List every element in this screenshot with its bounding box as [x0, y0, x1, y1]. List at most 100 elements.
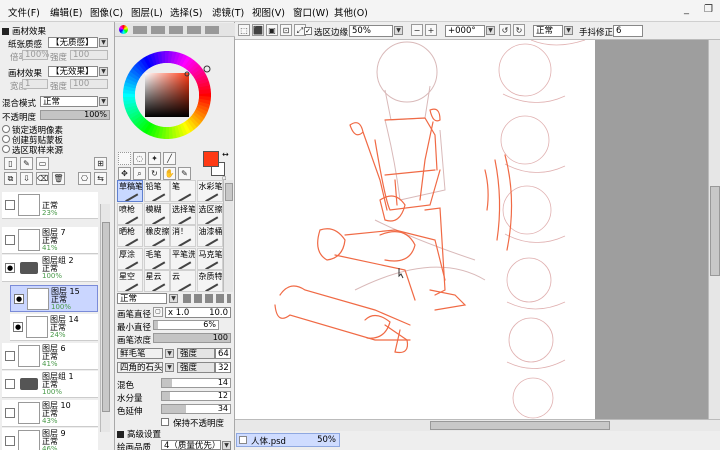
layer-row[interactable]: 图层 9 正常 46%: [2, 428, 98, 450]
zoom-icon[interactable]: ⌕: [133, 167, 146, 180]
minimize-icon[interactable]: _: [684, 5, 694, 15]
layer-visibility-icon[interactable]: ●: [13, 322, 23, 332]
layer-row[interactable]: 图层 6 正常 41%: [2, 343, 98, 370]
hsv-slider-icon[interactable]: [151, 26, 165, 34]
clear-layer-icon[interactable]: ⌫: [36, 172, 49, 185]
select-all-icon[interactable]: ▣: [266, 24, 278, 36]
layer-row[interactable]: ● 图层 14 正常 24%: [10, 314, 98, 341]
brush-shape-presets[interactable]: [183, 294, 231, 303]
tool-scrollbar[interactable]: [223, 180, 233, 292]
scratchpad-icon[interactable]: [205, 26, 219, 34]
eyedropper-icon[interactable]: ╱: [163, 152, 176, 165]
crop-icon[interactable]: ⊡: [280, 24, 292, 36]
layer-scroll-thumb[interactable]: [102, 222, 110, 412]
texture-dropdown-icon[interactable]: ▼: [99, 38, 108, 47]
document-tab[interactable]: 人体.psd 50%: [236, 433, 340, 447]
new-layer-icon[interactable]: ▯: [4, 157, 17, 170]
transfer-icon[interactable]: ⇆: [94, 172, 107, 185]
new-folder-icon[interactable]: ▭: [36, 157, 49, 170]
rotate-right-icon[interactable]: ↻: [513, 24, 525, 36]
zoom-field[interactable]: 50%: [349, 25, 393, 37]
strength2-field[interactable]: 100: [70, 79, 108, 89]
menu-window[interactable]: 窗口(W): [293, 5, 329, 19]
tool-scroll-thumb[interactable]: [225, 183, 233, 201]
stabilizer-field[interactable]: 6: [613, 25, 643, 37]
brush-tool-button[interactable]: 平笔洗色: [170, 247, 196, 270]
swap-colors-icon[interactable]: ↔: [222, 150, 229, 159]
min-size-slider[interactable]: 6%: [153, 320, 219, 330]
canvas-vscroll-thumb[interactable]: [710, 186, 720, 276]
color-wheel[interactable]: [115, 37, 235, 155]
menu-edit[interactable]: 编辑(E): [50, 5, 82, 19]
shape-dropdown-icon[interactable]: ▼: [165, 349, 174, 358]
pen-icon[interactable]: ✎: [178, 167, 191, 180]
deselect-icon[interactable]: ⬚: [238, 24, 250, 36]
menu-view[interactable]: 视图(V): [252, 5, 285, 19]
new-linework-icon[interactable]: ✎: [20, 157, 33, 170]
view-blend-field[interactable]: 正常: [533, 25, 563, 37]
canvas-vscrollbar[interactable]: [708, 40, 720, 419]
layer-row[interactable]: 图层 10 正常 43%: [2, 400, 98, 427]
brush-mode-select[interactable]: 正常: [117, 293, 167, 304]
density-slider[interactable]: 100: [153, 333, 231, 343]
layer-folder-row[interactable]: 图层组 1 正常 100%: [2, 371, 98, 398]
layer-row[interactable]: 正常 23%: [2, 192, 98, 219]
menu-file[interactable]: 文件(F): [8, 5, 40, 19]
color-wheel-mode-icon[interactable]: [119, 25, 128, 34]
shape-strength-value[interactable]: 64: [215, 348, 231, 359]
width-field[interactable]: 1: [22, 79, 48, 89]
brush-tool-button[interactable]: 铅笔: [143, 180, 170, 202]
blend-mode-select[interactable]: 正常: [40, 96, 98, 107]
rotate-left-icon[interactable]: ↺: [499, 24, 511, 36]
effect-dropdown-icon[interactable]: ▼: [99, 67, 108, 76]
sample-source-checkbox[interactable]: [2, 145, 10, 153]
layer-row[interactable]: 图层 7 正常 41%: [2, 227, 98, 254]
clipping-checkbox[interactable]: [2, 135, 10, 143]
canvas-hscrollbar[interactable]: [235, 419, 720, 431]
water-slider[interactable]: 12: [161, 391, 231, 401]
persistence-slider[interactable]: 34: [161, 404, 231, 414]
invert-select-icon[interactable]: ⬛: [252, 24, 264, 36]
quality-dropdown-icon[interactable]: ▼: [222, 441, 231, 450]
layer-visibility-icon[interactable]: [5, 379, 15, 389]
menu-image[interactable]: 图像(C): [90, 5, 123, 19]
lock-alpha-checkbox[interactable]: [2, 125, 10, 133]
brush-tool-button[interactable]: 云: [170, 270, 196, 292]
strength-field[interactable]: 100: [70, 50, 108, 60]
brush-tool-button[interactable]: 星云: [143, 270, 170, 292]
rotation-field[interactable]: +000°: [445, 25, 485, 37]
layer-visibility-icon[interactable]: [5, 235, 15, 245]
rgb-slider-icon[interactable]: [133, 26, 147, 34]
brush-shape-select[interactable]: 鲜毛笔: [117, 348, 163, 359]
rotation-dropdown-icon[interactable]: ▼: [486, 26, 495, 35]
effect-select[interactable]: 【无效果】: [48, 66, 98, 77]
layer-visibility-icon[interactable]: ●: [14, 294, 24, 304]
layer-folder-row[interactable]: ● 图层组 2 正常 100%: [2, 255, 98, 282]
brush-tool-button[interactable]: 杂质特效: [196, 270, 223, 292]
lasso-icon[interactable]: ◌: [133, 152, 146, 165]
rotate-icon[interactable]: ↻: [148, 167, 161, 180]
brush-tool-button[interactable]: 厚涂: [117, 247, 143, 270]
zoom-dropdown-icon[interactable]: ▼: [394, 26, 403, 35]
delete-layer-icon[interactable]: 🗑: [52, 172, 65, 185]
blend-amount-slider[interactable]: 14: [161, 378, 231, 388]
canvas[interactable]: [235, 40, 595, 419]
restore-icon[interactable]: ❐: [704, 5, 714, 15]
brush-tool-button[interactable]: 模糊: [143, 202, 170, 225]
merge-icon[interactable]: ⊞: [94, 157, 107, 170]
size-decrease-icon[interactable]: ▢: [153, 307, 163, 317]
brush-tool-button[interactable]: 笔: [170, 180, 196, 202]
zoom-out-icon[interactable]: −: [411, 24, 423, 36]
texture-select[interactable]: 【无质感】: [48, 37, 98, 48]
layer-visibility-icon[interactable]: [5, 200, 15, 210]
show-selection-checkbox[interactable]: ✓: [304, 27, 312, 35]
brush-tool-button[interactable]: 草稿笔: [117, 180, 143, 202]
lock-icon[interactable]: ⎔: [78, 172, 91, 185]
brush-tool-button[interactable]: 水彩笔: [196, 180, 223, 202]
material-header[interactable]: 画材效果: [2, 25, 46, 37]
brush-mode-dropdown-icon[interactable]: ▼: [169, 294, 178, 303]
brush-texture-select[interactable]: 四角的石头: [117, 362, 163, 373]
move-icon[interactable]: ✥: [118, 167, 131, 180]
brush-tool-button[interactable]: 晒枪: [117, 225, 143, 247]
brush-tool-button[interactable]: 橡皮擦: [143, 225, 170, 247]
